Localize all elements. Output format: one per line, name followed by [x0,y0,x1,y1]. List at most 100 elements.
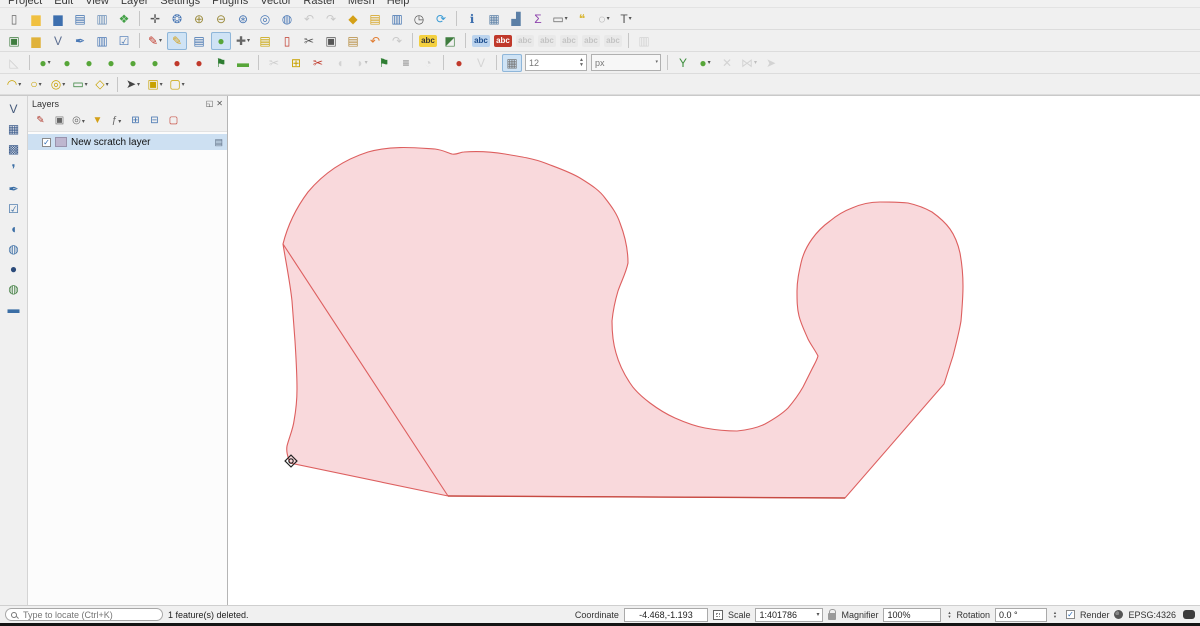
locator-search[interactable] [5,608,163,621]
save-layer-edits-button[interactable]: ▤ [189,32,209,50]
new-gpx-layer-button[interactable]: ✒ [70,32,90,50]
cut-features-button[interactable]: ✂ [299,32,319,50]
panel-dock-icon[interactable]: ◱ [206,100,214,108]
add-raster-layer-button[interactable]: ▦ [4,120,24,138]
current-edits-button[interactable]: ✎▾ [145,32,165,50]
offset-point-symbols-button[interactable]: ≡ [396,54,416,72]
add-part-button[interactable]: ● [123,54,143,72]
menu-project[interactable]: Project [4,0,50,7]
locator-input[interactable] [21,609,141,621]
select-features-by-area-button[interactable]: ➤▾ [123,75,143,93]
map-canvas[interactable] [228,96,1200,605]
split-parts-button[interactable]: ✂ [308,54,328,72]
save-project-button[interactable]: ▆ [48,10,68,28]
coordinate-input[interactable]: -4.468,-1.193 [624,608,708,622]
menu-vector[interactable]: Vector [256,0,299,7]
crs-value[interactable]: EPSG:4326 [1128,610,1176,620]
magnifier-input[interactable]: 100% [883,608,941,622]
memory-layer-indicator-icon[interactable]: ▤ [214,138,223,147]
pin-labels-button[interactable]: abc [471,32,491,50]
snapping-options-button[interactable]: ● [449,54,469,72]
toggle-editing-button[interactable]: ✎ [167,32,187,50]
menu-help[interactable]: Help [383,0,418,7]
offset-curve-button[interactable]: ⚑ [211,54,231,72]
move-feature-button[interactable]: ●▾ [35,54,55,72]
add-regular-polygon-button[interactable]: ◇▾ [92,75,112,93]
delete-selected-button[interactable]: ▯ [277,32,297,50]
advanced-digitizing-panel-button[interactable]: ▦ [502,54,522,72]
spinner-arrows-icon[interactable]: ▲▼ [579,58,583,67]
filter-legend-button[interactable]: ▼ [89,113,106,129]
simplify-feature-button[interactable]: ● [79,54,99,72]
new-virtual-layer-button[interactable]: ▥ [92,32,112,50]
remove-layer-button[interactable]: ▢ [165,113,182,129]
open-layer-styling-button[interactable]: ✎ [32,113,49,129]
add-ring-button[interactable]: ● [101,54,121,72]
pan-map-button[interactable]: ✛ [145,10,165,28]
menu-layer[interactable]: Layer [117,0,157,7]
new-geopackage-layer-button[interactable]: ▣ [4,32,24,50]
chevron-down-icon[interactable]: ▾ [655,60,657,65]
copy-and-move-feature-button[interactable]: ▣▾ [145,75,165,93]
magnifier-spinner[interactable]: ▲▼ [947,611,951,619]
panel-close-icon[interactable]: ✕ [216,100,223,108]
identify-features-button[interactable]: ℹ [462,10,482,28]
add-ellipse-button[interactable]: ◎▾ [48,75,68,93]
delete-ring-button[interactable]: ● [167,54,187,72]
vertex-editor-button[interactable]: ⊞ [286,54,306,72]
text-annotation-button[interactable]: T▾ [616,10,636,28]
new-spatial-bookmark-button[interactable]: ◆ [343,10,363,28]
rotate-point-symbols-button[interactable]: ⚑ [374,54,394,72]
add-postgis-layer-button[interactable]: ◖ [4,220,24,238]
add-mesh-layer-button[interactable]: ▩ [4,140,24,158]
zoom-out-button[interactable]: ⊖ [211,10,231,28]
add-delimited-text-layer-button[interactable]: ❜ [4,160,24,178]
add-wfs-layer-button[interactable]: ◍ [4,280,24,298]
zoom-to-layer-button[interactable]: ◍ [277,10,297,28]
vertex-tool-button[interactable]: ✚▾ [233,32,253,50]
highlight-pinned-labels-button[interactable]: abc [493,32,513,50]
layer-visibility-checkbox[interactable]: ✓ [42,138,51,147]
add-virtual-layer-button[interactable]: ☑ [4,200,24,218]
show-statistics-button[interactable]: Σ [528,10,548,28]
map-tips-button[interactable]: ❝ [572,10,592,28]
manage-map-themes-button[interactable]: ◎▾ [70,113,87,129]
add-spatialite-layer-button[interactable]: ✒ [4,180,24,198]
new-memory-layer-button[interactable]: ☑ [114,32,134,50]
new-spatialite-layer-button[interactable]: V [48,32,68,50]
toggle-extents-icon[interactable] [713,610,723,620]
zoom-search-button[interactable]: ◌▾ [594,10,614,28]
show-spatial-bookmarks-button[interactable]: ▤ [365,10,385,28]
expand-all-button[interactable]: ⊞ [127,113,144,129]
menu-edit[interactable]: Edit [50,0,81,7]
lock-scale-icon[interactable] [828,613,836,620]
add-arcgis-rest-layer-button[interactable]: ● [4,260,24,278]
rotation-input[interactable]: 0.0 ° [995,608,1047,622]
show-layout-manager-button[interactable]: ▥ [92,10,112,28]
add-rectangle-button[interactable]: ▭▾ [70,75,90,93]
show-bookmark-manager-button[interactable]: ▥ [387,10,407,28]
zoom-to-selection-button[interactable]: ◎ [255,10,275,28]
copy-features-button[interactable]: ▣ [321,32,341,50]
new-shapefile-layer-button[interactable]: ▆ [26,32,46,50]
fill-ring-button[interactable]: ● [145,54,165,72]
trace-settings-button[interactable]: ●▾ [695,54,715,72]
temporal-controller-button[interactable]: ◷ [409,10,429,28]
refresh-map-button[interactable]: ⟳ [431,10,451,28]
add-vector-layer-button[interactable]: V [4,100,24,118]
measure-line-button[interactable]: ▭▾ [550,10,570,28]
rotate-feature-button[interactable]: ● [57,54,77,72]
zoom-in-button[interactable]: ⊕ [189,10,209,28]
new-print-layout-button[interactable]: ▤ [70,10,90,28]
menu-plugins[interactable]: Plugins [208,0,256,7]
menu-settings[interactable]: Settings [156,0,208,7]
scale-combo[interactable]: 1:401786 ▾ [755,608,823,622]
open-project-button[interactable]: ▆ [26,10,46,28]
layer-row-new-scratch-layer[interactable]: ✓ New scratch layer ▤ [28,134,227,150]
stream-tolerance-value[interactable]: 12▲▼ [525,54,587,71]
messages-icon[interactable] [1183,610,1195,619]
new-project-button[interactable]: ▯ [4,10,24,28]
render-checkbox[interactable]: ✓ [1066,610,1075,619]
rotation-spinner[interactable]: ▲▼ [1053,611,1057,619]
add-circle-button[interactable]: ○▾ [26,75,46,93]
